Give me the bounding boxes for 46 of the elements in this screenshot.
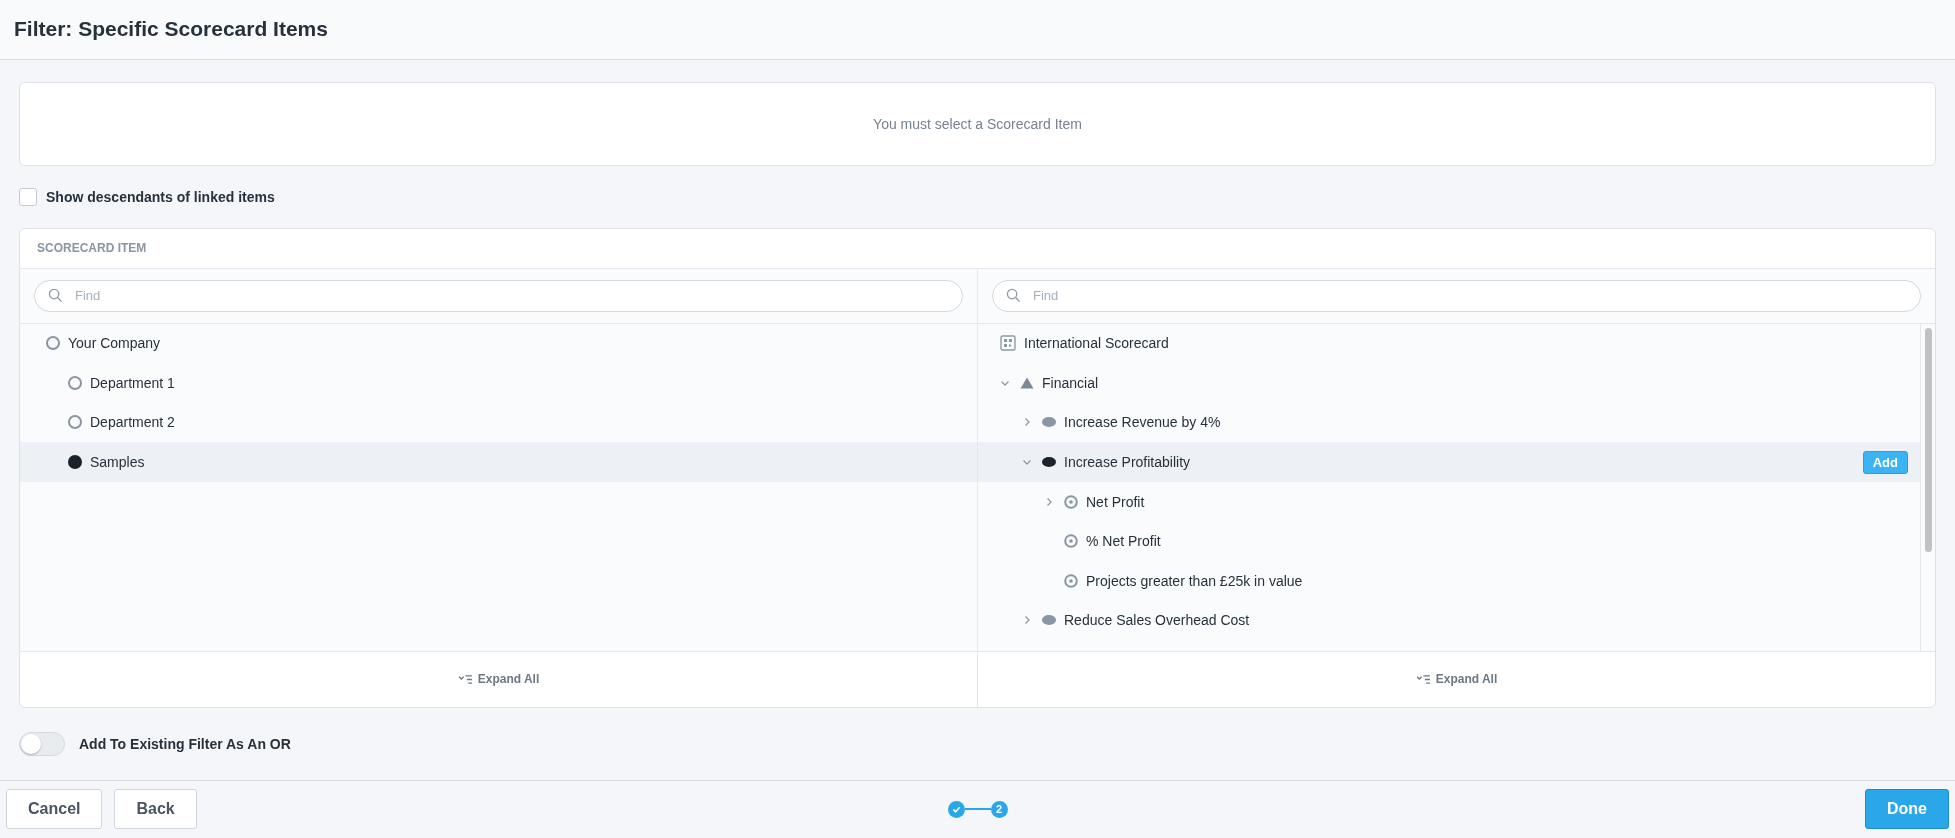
- expand-all-button[interactable]: Expand All: [451, 671, 546, 687]
- dialog-title: Filter: Specific Scorecard Items: [14, 17, 328, 42]
- unit-icon: [68, 375, 82, 390]
- scrollbar[interactable]: [1920, 323, 1935, 651]
- oval-icon: [1042, 457, 1056, 468]
- checkbox-label: Show descendants of linked items: [46, 188, 275, 205]
- tree-item[interactable]: Financial: [978, 363, 1920, 403]
- unit-icon: [68, 415, 82, 430]
- tree-item[interactable]: Department 1: [20, 363, 977, 403]
- footer-button[interactable]: Back: [114, 789, 197, 830]
- tree-item[interactable]: Your Company: [20, 323, 977, 364]
- tree-item[interactable]: Increase Profitability Add: [978, 442, 1920, 482]
- search-field[interactable]: Find: [992, 279, 1921, 312]
- step-indicator: 2: [990, 800, 1008, 818]
- target-icon: [1064, 573, 1078, 588]
- target-icon: [1064, 534, 1078, 549]
- oval-icon: [1042, 615, 1056, 626]
- expand-list-icon: [1415, 673, 1431, 685]
- oval-icon: [1042, 417, 1056, 428]
- toggle-switch[interactable]: [19, 731, 65, 756]
- checkbox[interactable]: [19, 187, 37, 206]
- search-icon: [1006, 287, 1021, 303]
- unit-icon: [46, 336, 60, 351]
- toggle-label: Add To Existing Filter As An OR: [79, 735, 291, 752]
- tree-item[interactable]: Projects greater than £25k in value: [978, 561, 1920, 601]
- search-field[interactable]: Find: [34, 279, 963, 312]
- tree-item[interactable]: Increase Revenue by 4%: [978, 402, 1920, 443]
- message-text: You must select a Scorecard Item: [873, 115, 1082, 132]
- target-icon: [1064, 494, 1078, 509]
- expand-all-button[interactable]: Expand All: [1409, 671, 1504, 687]
- chevron-right-icon[interactable]: [1022, 615, 1032, 626]
- search-icon: [48, 287, 63, 303]
- expand-list-icon: [457, 673, 473, 685]
- tree-item[interactable]: Department 2: [20, 402, 977, 443]
- tree-item[interactable]: Reduce Sales Overhead Cost: [978, 600, 1920, 641]
- chevron-right-icon[interactable]: [1022, 417, 1032, 428]
- tree-item[interactable]: Samples: [20, 442, 977, 482]
- panel-heading: SCORECARD ITEM: [37, 241, 147, 255]
- triangle-icon: [1020, 376, 1034, 389]
- scorecard-name: International Scorecard: [1024, 335, 1169, 352]
- unit-icon: [68, 455, 82, 470]
- chevron-right-icon[interactable]: [1044, 496, 1054, 507]
- tree-item[interactable]: Net Profit: [978, 481, 1920, 522]
- scorecard-icon: [1000, 335, 1016, 352]
- tree-item[interactable]: % Net Profit: [978, 521, 1920, 562]
- footer-button[interactable]: Cancel: [6, 789, 103, 830]
